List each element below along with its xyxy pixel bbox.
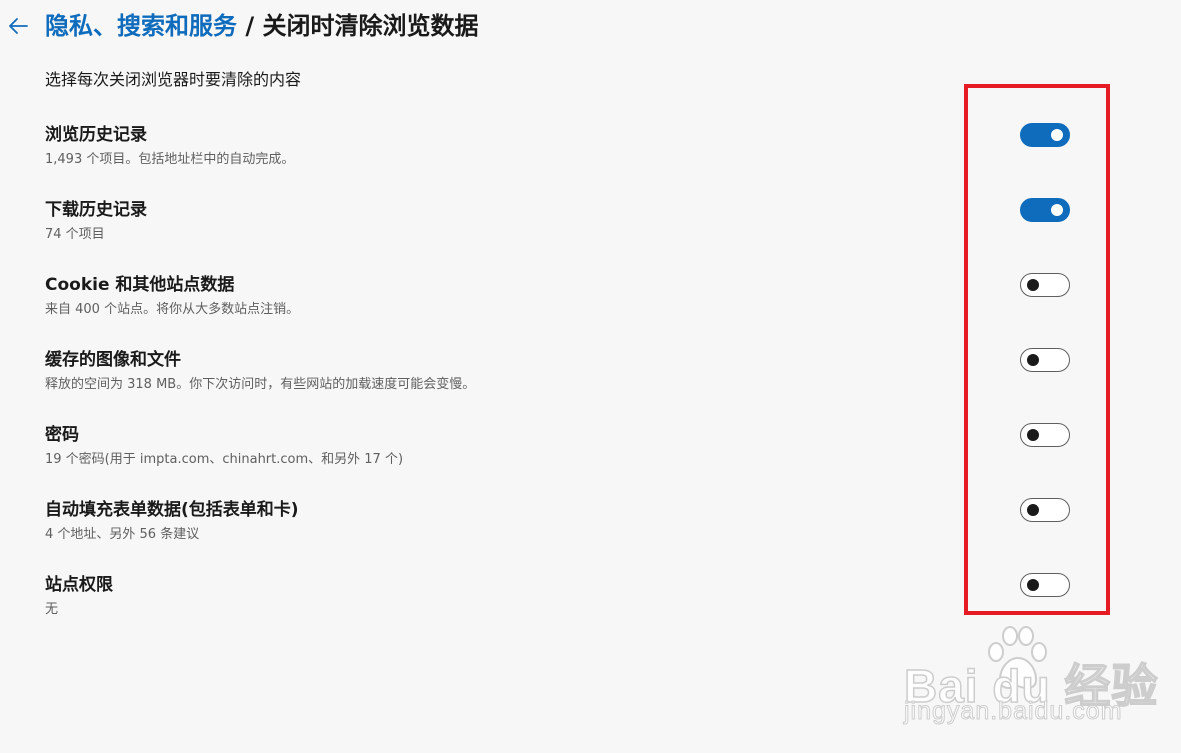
breadcrumb-link-privacy[interactable]: 隐私、搜索和服务: [45, 12, 237, 40]
option-title: 浏览历史记录: [45, 125, 147, 145]
option-description: 4 个地址、另外 56 条建议: [45, 527, 200, 542]
option-description: 74 个项目: [45, 227, 105, 242]
watermark-domain: jingyan.baidu.com: [904, 697, 1123, 726]
option-title: 密码: [45, 425, 79, 445]
page-title: 关闭时清除浏览数据: [262, 12, 479, 40]
option-description: 释放的空间为 318 MB。你下次访问时，有些网站的加载速度可能会变慢。: [45, 377, 476, 392]
option-description: 19 个密码(用于 impta.com、chinahrt.com、和另外 17 …: [45, 452, 404, 467]
option-title: 下载历史记录: [45, 200, 147, 220]
back-arrow-icon: [9, 18, 28, 34]
option-description: 1,493 个项目。包括地址栏中的自动完成。: [45, 152, 295, 167]
option-title: Cookie 和其他站点数据: [45, 275, 235, 295]
section-description: 选择每次关闭浏览器时要清除的内容: [45, 70, 302, 89]
option-description: 来自 400 个站点。将你从大多数站点注销。: [45, 302, 300, 317]
highlight-annotation-box: [964, 84, 1110, 615]
option-title: 站点权限: [45, 575, 113, 595]
option-title: 自动填充表单数据(包括表单和卡): [45, 500, 299, 520]
baidu-jingyan-watermark: Bai du 经验 jingyan.baidu.com: [903, 622, 1158, 734]
option-title: 缓存的图像和文件: [45, 350, 181, 370]
option-description: 无: [45, 602, 59, 617]
breadcrumb-separator: /: [237, 12, 263, 40]
breadcrumb: 隐私、搜索和服务 / 关闭时清除浏览数据: [45, 10, 478, 42]
back-button[interactable]: [4, 12, 32, 40]
page-header: 隐私、搜索和服务 / 关闭时清除浏览数据: [0, 0, 1181, 56]
